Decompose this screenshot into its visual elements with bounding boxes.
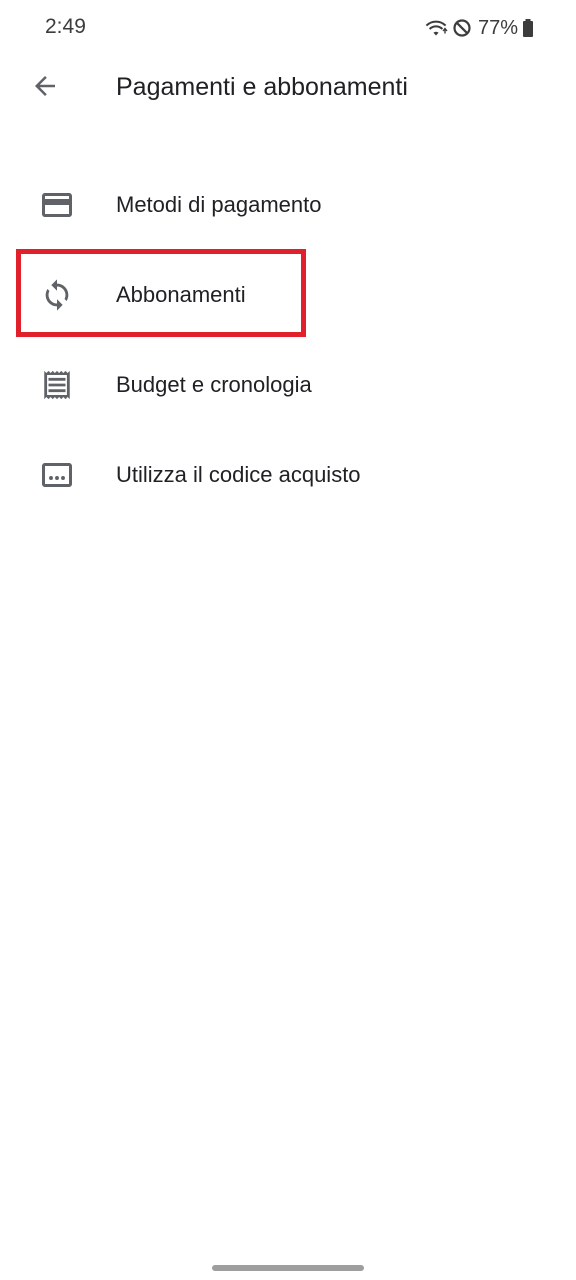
back-button[interactable]	[24, 68, 66, 108]
menu-item-subscriptions[interactable]: Abbonamenti	[0, 250, 576, 340]
menu-item-label: Metodi di pagamento	[116, 192, 322, 217]
sync-icon	[38, 276, 76, 314]
status-bar: 2:49 77%	[0, 0, 576, 56]
app-bar: Pagamenti e abbonamenti	[0, 56, 576, 120]
status-icons: 77%	[424, 14, 534, 42]
arrow-back-icon	[30, 71, 60, 106]
redeem-code-icon	[38, 456, 76, 494]
menu-item-label: Budget e cronologia	[116, 372, 312, 397]
status-time: 2:49	[45, 15, 86, 38]
receipt-icon	[38, 366, 76, 404]
do-not-disturb-icon	[452, 18, 472, 38]
gesture-bar[interactable]	[212, 1265, 364, 1271]
menu-item-label: Abbonamenti	[116, 282, 246, 307]
menu-item-redeem-code[interactable]: Utilizza il codice acquisto	[0, 430, 576, 520]
menu-item-budget-history[interactable]: Budget e cronologia	[0, 340, 576, 430]
credit-card-icon	[38, 186, 76, 224]
battery-icon	[522, 18, 534, 38]
wifi-icon	[424, 18, 448, 38]
menu-item-label: Utilizza il codice acquisto	[116, 462, 361, 487]
menu-item-payment-methods[interactable]: Metodi di pagamento	[0, 160, 576, 250]
screen: 2:49 77% Pagamenti e abbonamenti Metodi …	[0, 0, 576, 1280]
battery-percent: 77%	[477, 16, 518, 39]
menu-list: Metodi di pagamento Abbonamenti Budget e…	[0, 160, 576, 520]
page-title: Pagamenti e abbonamenti	[116, 73, 408, 101]
